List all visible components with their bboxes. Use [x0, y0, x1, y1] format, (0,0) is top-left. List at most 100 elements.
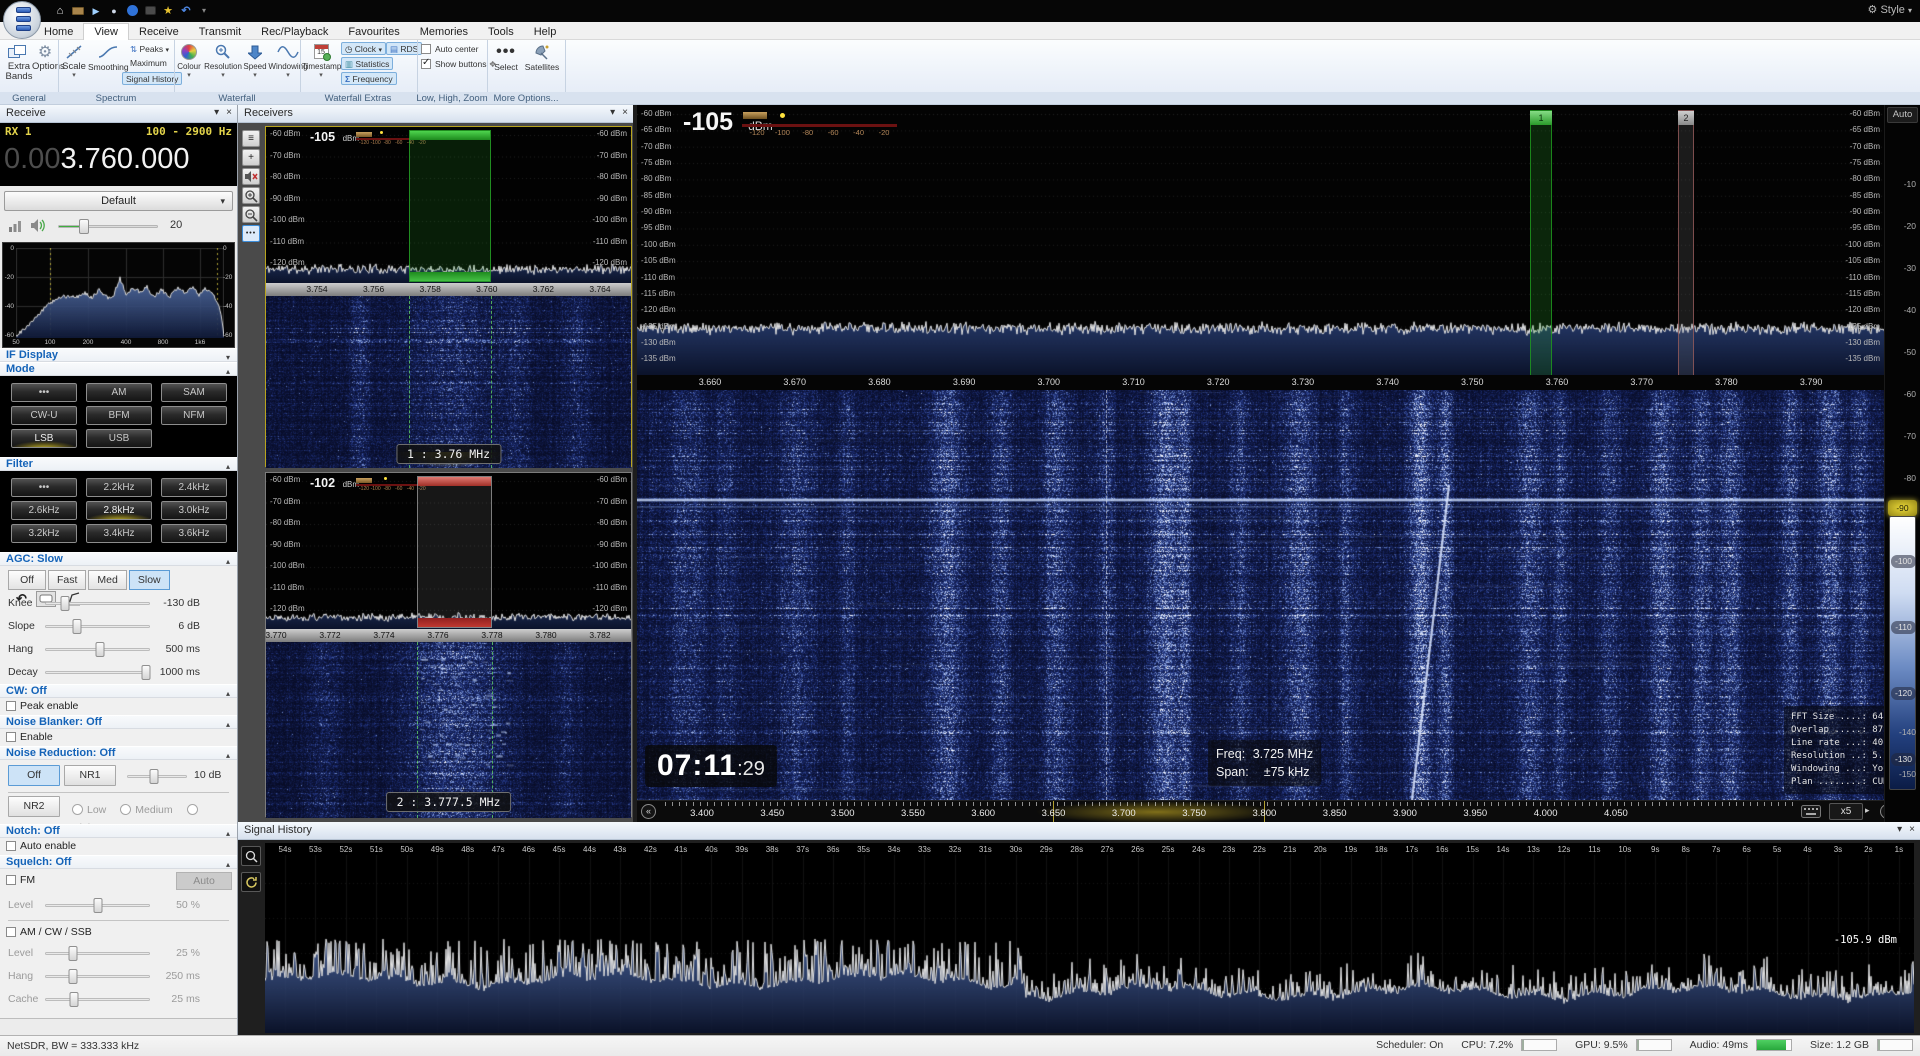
- agc-slow-button[interactable]: Slow: [129, 570, 170, 590]
- collapse-icon[interactable]: ▾: [1897, 824, 1902, 835]
- band-navigator[interactable]: « 3.4003.4503.5003.5503.6003.6503.7003.7…: [637, 800, 1884, 822]
- level-slider[interactable]: [45, 904, 150, 907]
- history-zoom-button[interactable]: [241, 846, 261, 866]
- nr2-button[interactable]: NR2: [8, 796, 60, 817]
- receiver-1-display[interactable]: -60 dBm-70 dBm-80 dBm-90 dBm-100 dBm-110…: [265, 126, 632, 467]
- profile-select[interactable]: Default▾: [4, 191, 233, 211]
- slider-handle[interactable]: [68, 969, 77, 984]
- section-noise-blanker[interactable]: Noise Blanker: Off▴: [0, 715, 237, 729]
- levels-icon[interactable]: [8, 219, 22, 232]
- clock-toggle[interactable]: ◷ Clock ▾: [341, 42, 386, 55]
- smoothing-button[interactable]: Smoothing: [88, 42, 128, 72]
- nr1-button[interactable]: NR1: [64, 765, 116, 786]
- filter-button-3-0khz[interactable]: 3.0kHz: [161, 501, 227, 520]
- nr-slider-handle[interactable]: [150, 769, 159, 784]
- filter-button-3-6khz[interactable]: 3.6kHz: [161, 524, 227, 543]
- mode-button-lsb[interactable]: LSB: [11, 429, 77, 448]
- statistics-toggle[interactable]: ▥ Statistics: [341, 57, 393, 70]
- more-receiver-options-button[interactable]: •••: [242, 225, 260, 242]
- zoom-in-button[interactable]: [242, 187, 260, 204]
- volume-slider[interactable]: [58, 225, 158, 228]
- slider-handle[interactable]: [72, 619, 81, 634]
- main-spectrum-display[interactable]: -60 dBm-65 dBm-70 dBm-75 dBm-80 dBm-85 d…: [637, 105, 1884, 822]
- mute-button[interactable]: [242, 168, 260, 185]
- rx1-waterfall[interactable]: 1 : 3.76 MHz: [266, 296, 631, 468]
- range-gradient[interactable]: -100-110-120-130: [1889, 516, 1916, 790]
- rx2-passband[interactable]: [417, 476, 492, 628]
- frequency-toggle[interactable]: Σ Frequency: [341, 72, 397, 85]
- scale-button[interactable]: Scale ▾: [60, 42, 88, 79]
- record-icon[interactable]: ●: [106, 3, 122, 19]
- quick-access-dropdown-icon[interactable]: ▾: [196, 3, 212, 19]
- filter-button-2-8khz[interactable]: 2.8kHz: [86, 501, 152, 520]
- cache-slider[interactable]: [45, 998, 150, 1001]
- nr-off-button[interactable]: Off: [8, 765, 60, 786]
- nr2-radio-low[interactable]: Low: [72, 804, 106, 816]
- audio-spectrum-graph[interactable]: 0-20-40-600-20-40-60501002004008001k6: [2, 242, 235, 348]
- agc-off-button[interactable]: Off: [8, 570, 46, 590]
- frequency-display[interactable]: RX 1 100 - 2900 Hz 0.003.760.000: [0, 123, 237, 186]
- satellites-button[interactable]: Satellites: [522, 42, 562, 72]
- receiver-list-button[interactable]: ≡: [242, 130, 260, 147]
- mode-button-nfm[interactable]: NFM: [161, 406, 227, 425]
- rx2-waterfall[interactable]: 2 : 3.777.5 MHz: [266, 642, 631, 818]
- section-agc[interactable]: AGC: Slow▴: [0, 552, 237, 566]
- options-button[interactable]: ⚙ Options: [32, 42, 58, 72]
- screenshot-icon[interactable]: [142, 3, 158, 19]
- extra-bands-button[interactable]: Extra Bands: [2, 42, 32, 82]
- collapse-icon[interactable]: ▾: [610, 107, 615, 118]
- close-icon[interactable]: ×: [1909, 824, 1915, 835]
- section-notch[interactable]: Notch: Off▴: [0, 824, 237, 838]
- app-logo-icon[interactable]: [3, 1, 41, 39]
- style-menu[interactable]: ⚙ Style ▾: [1868, 3, 1912, 16]
- hang-slider[interactable]: [45, 648, 150, 651]
- squelch-auto-button[interactable]: Auto: [176, 872, 232, 890]
- peaks-button[interactable]: ⇅ Peaks ▾: [130, 43, 169, 56]
- section-filter[interactable]: Filter▴: [0, 457, 237, 471]
- play-icon[interactable]: ▸: [1865, 805, 1870, 816]
- main-frequency-axis[interactable]: 3.6603.6703.6803.6903.7003.7103.7203.730…: [637, 375, 1884, 390]
- section-mode[interactable]: Mode▴: [0, 362, 237, 376]
- section-noise-reduction[interactable]: Noise Reduction: Off▴: [0, 746, 237, 760]
- favourites-star-icon[interactable]: ★: [160, 3, 176, 19]
- slider-handle[interactable]: [60, 596, 69, 611]
- colour-button[interactable]: Colour ▾: [176, 42, 202, 79]
- download-icon[interactable]: [124, 3, 140, 19]
- resolution-button[interactable]: Resolution ▾: [204, 42, 242, 79]
- section-if-display[interactable]: IF Display▾: [0, 348, 237, 362]
- slider-handle[interactable]: [141, 665, 150, 680]
- mode-button-usb[interactable]: USB: [86, 429, 152, 448]
- auto-center-checkbox[interactable]: Auto center: [421, 44, 478, 54]
- slope-slider[interactable]: [45, 625, 150, 628]
- notch-auto-checkbox[interactable]: Auto enable: [0, 838, 237, 855]
- agc-med-button[interactable]: Med: [88, 570, 126, 590]
- nr-slider[interactable]: [127, 775, 187, 778]
- peak-enable-checkbox[interactable]: Peak enable: [0, 698, 237, 715]
- menu-tab-view[interactable]: View: [83, 23, 129, 41]
- tuned-frequency[interactable]: 0.003.760.000: [4, 141, 189, 176]
- knee-slider[interactable]: [45, 602, 150, 605]
- rx2-frequency-axis[interactable]: 3.7703.7723.7743.7763.7783.7803.782: [266, 629, 631, 642]
- filter-button-2-4khz[interactable]: 2.4kHz: [161, 478, 227, 497]
- mode-button-sam[interactable]: SAM: [161, 383, 227, 402]
- home-icon[interactable]: ⌂: [52, 3, 68, 19]
- slider-handle[interactable]: [95, 642, 104, 657]
- auto-scale-button[interactable]: Auto: [1887, 107, 1918, 123]
- show-buttons-checkbox[interactable]: Show buttons ❖: [421, 59, 497, 70]
- nb-enable-checkbox[interactable]: Enable: [0, 729, 237, 746]
- rx1-passband[interactable]: [409, 130, 491, 282]
- zoom-out-button[interactable]: [242, 206, 260, 223]
- collapse-icon[interactable]: ▾: [214, 107, 219, 118]
- ssb-squelch-checkbox[interactable]: AM / CW / SSB: [0, 924, 237, 942]
- keyboard-icon[interactable]: [1801, 805, 1821, 818]
- section-squelch[interactable]: Squelch: Off▴: [0, 855, 237, 869]
- slider-handle[interactable]: [93, 898, 102, 913]
- hang-slider[interactable]: [45, 975, 150, 978]
- select-button[interactable]: ••• Select: [492, 42, 520, 72]
- rx1-frequency-axis[interactable]: 3.7543.7563.7583.7603.7623.764: [266, 283, 631, 296]
- speaker-icon[interactable]: [30, 218, 47, 233]
- fm-squelch-checkbox[interactable]: FM: [6, 874, 35, 886]
- undo-icon[interactable]: ↶: [178, 3, 194, 19]
- receiver-2-display[interactable]: -60 dBm-70 dBm-80 dBm-90 dBm-100 dBm-110…: [265, 472, 632, 817]
- maximum-button[interactable]: Maximum: [130, 57, 167, 70]
